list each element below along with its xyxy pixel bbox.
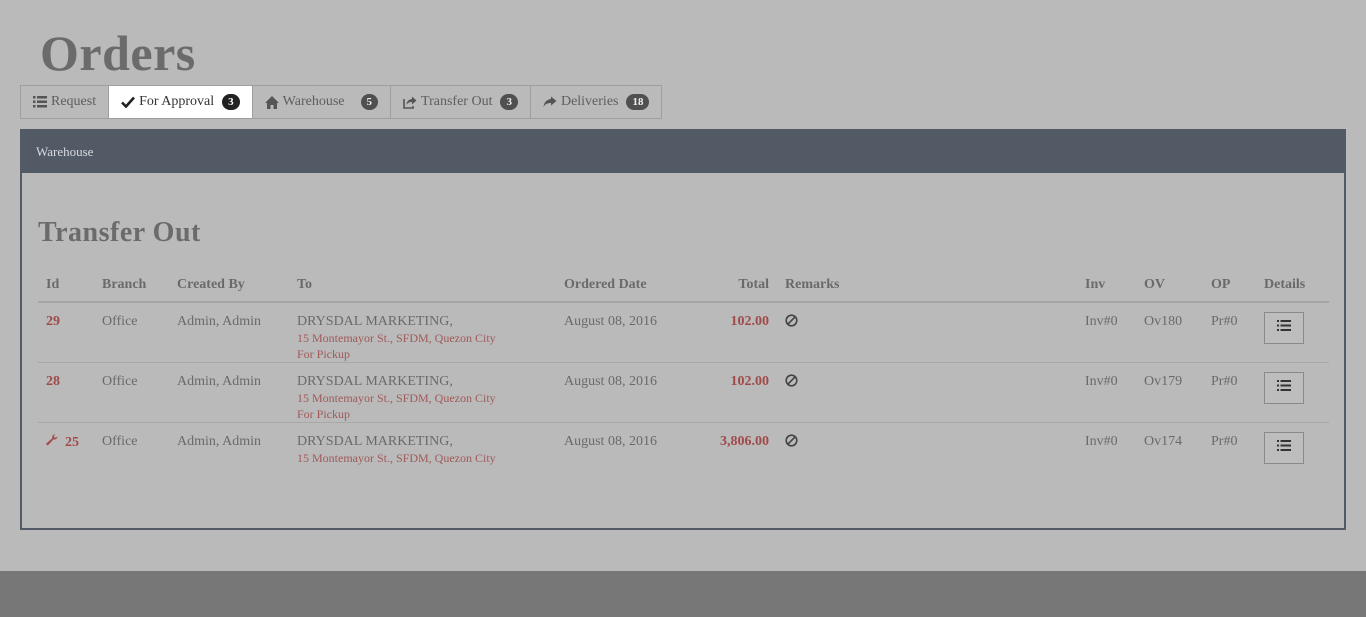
- count-badge: 18: [626, 94, 650, 110]
- order-id-link[interactable]: 29: [46, 314, 60, 329]
- list-icon: [1277, 380, 1291, 396]
- to-cell: DRYSDAL MARKETING, 15 Montemayor St., SF…: [289, 302, 556, 363]
- to-cell: DRYSDAL MARKETING, 15 Montemayor St., SF…: [289, 362, 556, 423]
- total-cell: 102.00: [676, 302, 777, 363]
- warehouse-panel: Warehouse Transfer Out Id Branch Created…: [20, 129, 1346, 530]
- table-row: 28 Office Admin, Admin DRYSDAL MARKETING…: [38, 362, 1329, 423]
- order-id-link[interactable]: 25: [65, 435, 79, 450]
- share-icon: [403, 96, 417, 109]
- wrench-icon: [46, 434, 61, 449]
- order-id-link[interactable]: 28: [46, 374, 60, 389]
- details-cell: [1256, 302, 1329, 363]
- footer-bar: [0, 571, 1366, 617]
- ban-icon: [785, 434, 798, 451]
- column-header-details: Details: [1256, 271, 1329, 303]
- recipient-address: 15 Montemayor St., SFDM, Quezon City: [297, 331, 496, 345]
- tab-label: For Approval: [139, 94, 215, 109]
- column-header-inv[interactable]: Inv: [1077, 271, 1136, 303]
- tab-label: Warehouse: [282, 94, 345, 109]
- column-header-ov[interactable]: OV: [1136, 271, 1203, 303]
- tab-label: Transfer Out: [421, 94, 493, 109]
- total-cell: 102.00: [676, 362, 777, 423]
- count-badge: 5: [360, 94, 379, 110]
- branch-cell: Office: [94, 362, 169, 423]
- section-title: Transfer Out: [38, 217, 201, 248]
- tab-for-approval[interactable]: For Approval 3: [109, 86, 253, 118]
- list-icon: [33, 96, 47, 108]
- delivery-note: For Pickup: [297, 347, 351, 361]
- ordered-date-cell: August 08, 2016: [556, 362, 676, 423]
- recipient-address: 15 Montemayor St., SFDM, Quezon City: [297, 451, 496, 465]
- orders-table: Id Branch Created By To Ordered Date Tot…: [38, 271, 1329, 481]
- check-icon: [121, 96, 136, 108]
- inv-cell: Inv#0: [1085, 434, 1118, 449]
- order-tabs: Request For Approval 3 Warehouse 5 Trans…: [20, 85, 663, 119]
- tab-request[interactable]: Request: [21, 86, 110, 118]
- panel-heading: Warehouse: [22, 131, 1344, 173]
- tab-transfer-out[interactable]: Transfer Out 3: [391, 86, 531, 118]
- created-by-cell: Admin, Admin: [177, 434, 262, 449]
- home-icon: [264, 95, 279, 109]
- inv-cell: Inv#0: [1077, 302, 1136, 363]
- tab-label: Deliveries: [560, 94, 619, 109]
- ban-icon: [785, 374, 798, 391]
- tab-warehouse[interactable]: Warehouse 5: [253, 86, 392, 118]
- recipient-name: DRYSDAL MARKETING,: [297, 434, 453, 449]
- details-cell: [1256, 362, 1329, 423]
- column-header-ordered-date[interactable]: Ordered Date: [556, 271, 676, 303]
- op-cell: Pr#0: [1203, 362, 1256, 423]
- ban-icon: [785, 314, 798, 331]
- column-header-op[interactable]: OP: [1203, 271, 1256, 303]
- column-header-branch[interactable]: Branch: [94, 271, 169, 303]
- column-header-remarks[interactable]: Remarks: [777, 271, 1077, 303]
- details-button[interactable]: [1264, 372, 1304, 404]
- details-button[interactable]: [1264, 432, 1304, 464]
- created-by-cell: Admin, Admin: [169, 302, 289, 363]
- count-badge: 3: [222, 94, 240, 110]
- op-cell: Pr#0: [1203, 302, 1256, 363]
- tab-label: Request: [51, 94, 97, 109]
- list-icon: [1277, 440, 1291, 456]
- created-by-cell: Admin, Admin: [169, 362, 289, 423]
- branch-cell: Office: [102, 434, 138, 449]
- tab-deliveries[interactable]: Deliveries 18: [531, 86, 662, 118]
- ordered-date-cell: August 08, 2016: [556, 302, 676, 363]
- ov-cell: Ov174: [1144, 434, 1183, 449]
- column-header-id[interactable]: Id: [38, 271, 94, 303]
- ordered-date-cell: August 08, 2016: [564, 434, 657, 449]
- remarks-cell: [777, 423, 1077, 481]
- branch-cell: Office: [94, 302, 169, 363]
- to-cell: DRYSDAL MARKETING, 15 Montemayor St., SF…: [289, 423, 556, 481]
- ov-cell: Ov180: [1136, 302, 1203, 363]
- inv-cell: Inv#0: [1077, 362, 1136, 423]
- remarks-cell: [777, 302, 1077, 363]
- recipient-name: DRYSDAL MARKETING,: [297, 374, 453, 389]
- forward-arrow-icon: [543, 96, 557, 108]
- count-badge: 3: [500, 94, 518, 110]
- list-icon: [1277, 320, 1291, 336]
- remarks-cell: [777, 362, 1077, 423]
- table-header-row: Id Branch Created By To Ordered Date Tot…: [38, 271, 1329, 303]
- details-cell: [1256, 423, 1329, 481]
- details-button[interactable]: [1264, 312, 1304, 344]
- page-title: Orders: [40, 25, 196, 81]
- column-header-to[interactable]: To: [289, 271, 556, 303]
- recipient-address: 15 Montemayor St., SFDM, Quezon City: [297, 391, 496, 405]
- column-header-created-by[interactable]: Created By: [169, 271, 289, 303]
- table-row: 25 Office Admin, Admin DRYSDAL MARKETING…: [38, 423, 1329, 481]
- total-cell: 3,806.00: [720, 434, 769, 449]
- table-row: 29 Office Admin, Admin DRYSDAL MARKETING…: [38, 302, 1329, 363]
- ov-cell: Ov179: [1136, 362, 1203, 423]
- recipient-name: DRYSDAL MARKETING,: [297, 314, 453, 329]
- delivery-note: For Pickup: [297, 407, 351, 421]
- column-header-total[interactable]: Total: [676, 271, 777, 303]
- op-cell: Pr#0: [1211, 434, 1238, 449]
